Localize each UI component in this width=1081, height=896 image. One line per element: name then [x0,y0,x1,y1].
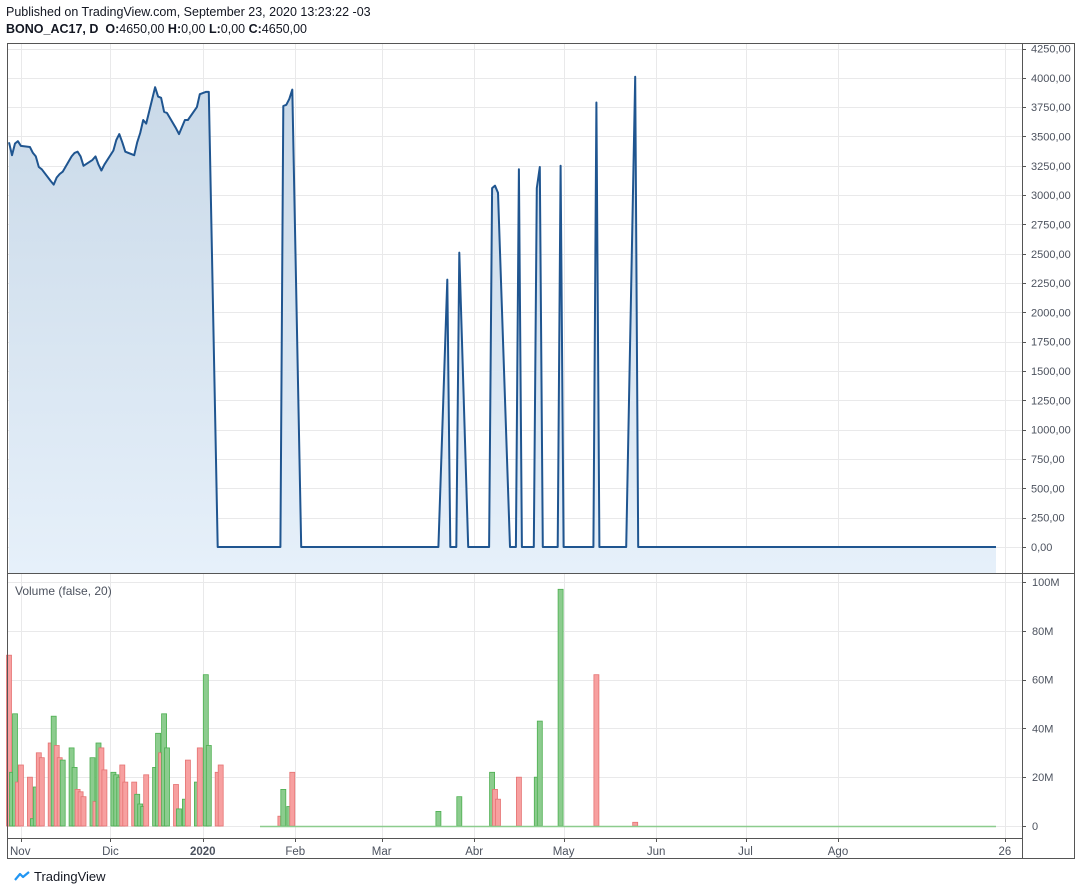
volume-tick-label: 20M [1032,772,1053,784]
price-tick-label: 2750,00 [1031,219,1071,231]
volume-bar [38,757,45,827]
price-tick-label: 2000,00 [1031,307,1071,319]
volume-tick-label: 60M [1032,675,1053,687]
time-tick-label: Jun [647,846,666,858]
price-tick-label: 1750,00 [1031,337,1071,349]
volume-bar [516,776,522,827]
volume-bar [17,764,24,827]
volume-bar [101,769,108,827]
time-tick-label: 26 [999,846,1012,858]
volume-bar [164,747,170,827]
price-tick-label: 3250,00 [1031,161,1071,173]
price-tick-label: 4000,00 [1031,73,1071,85]
volume-tick-label: 0 [1032,821,1038,833]
time-tick-label: 2020 [190,846,216,858]
volume-bar [143,774,150,827]
volume-tick-label: 80M [1032,626,1053,638]
volume-bar [217,764,224,827]
price-pane[interactable] [8,75,996,573]
time-axis[interactable]: Nov Dic 2020 Feb Mar Abr May Jun Jul Ago 26 [10,838,1011,858]
price-tick-label: 4250,00 [1031,44,1071,56]
time-tick-label: Dic [102,846,119,858]
price-tick-label: 1000,00 [1031,425,1071,437]
price-tick-label: 1500,00 [1031,366,1071,378]
volume-bar [176,808,182,827]
volume-tick-label: 100M [1032,577,1060,589]
volume-bar [536,720,543,827]
volume-bar [196,747,203,827]
volume-bar [205,745,212,827]
volume-bar [593,674,600,827]
price-tick-label: 2250,00 [1031,278,1071,290]
volume-axis[interactable]: 100M 80M 60M 40M 20M 0 [1022,577,1060,833]
price-tick-label: 250,00 [1031,513,1065,525]
volume-bar [435,811,442,827]
time-tick-label: Ago [828,846,848,858]
volume-bar [122,781,129,827]
volume-bar [456,796,463,827]
price-tick-label: 2500,00 [1031,249,1071,261]
volume-indicator-title[interactable]: Volume (false, 20) [15,584,112,598]
price-tick-label: 500,00 [1031,483,1065,495]
time-tick-label: Feb [285,846,305,858]
price-tick-label: 1250,00 [1031,395,1071,407]
volume-bar [59,759,66,827]
time-tick-label: Nov [10,846,31,858]
volume-bar [80,796,87,827]
price-tick-label: 3500,00 [1031,132,1071,144]
price-tick-label: 0,00 [1031,542,1052,554]
volume-bar [280,789,287,827]
time-tick-label: Mar [372,846,392,858]
brand-name: TradingView [34,869,106,884]
time-tick-label: Abr [465,846,483,858]
volume-bar [495,798,501,827]
volume-tick-label: 40M [1032,723,1053,735]
chart-canvas[interactable]: 4250,00 4000,00 3750,00 3500,00 3250,00 3000,… [0,0,1081,896]
volume-bar [557,588,564,827]
volume-bar [184,759,191,827]
footer-brand[interactable]: TradingView [14,869,106,884]
price-axis[interactable]: 4250,00 4000,00 3750,00 3500,00 3250,00 3000,… [1022,44,1071,555]
price-tick-label: 3000,00 [1031,190,1071,202]
price-tick-label: 3750,00 [1031,102,1071,114]
price-tick-label: 750,00 [1031,454,1065,466]
volume-bar [632,821,639,827]
time-tick-label: Jul [738,846,753,858]
volume-pane[interactable] [6,588,997,828]
volume-bar [289,771,296,827]
time-tick-label: May [553,846,575,858]
tradingview-logo-icon [14,871,30,881]
